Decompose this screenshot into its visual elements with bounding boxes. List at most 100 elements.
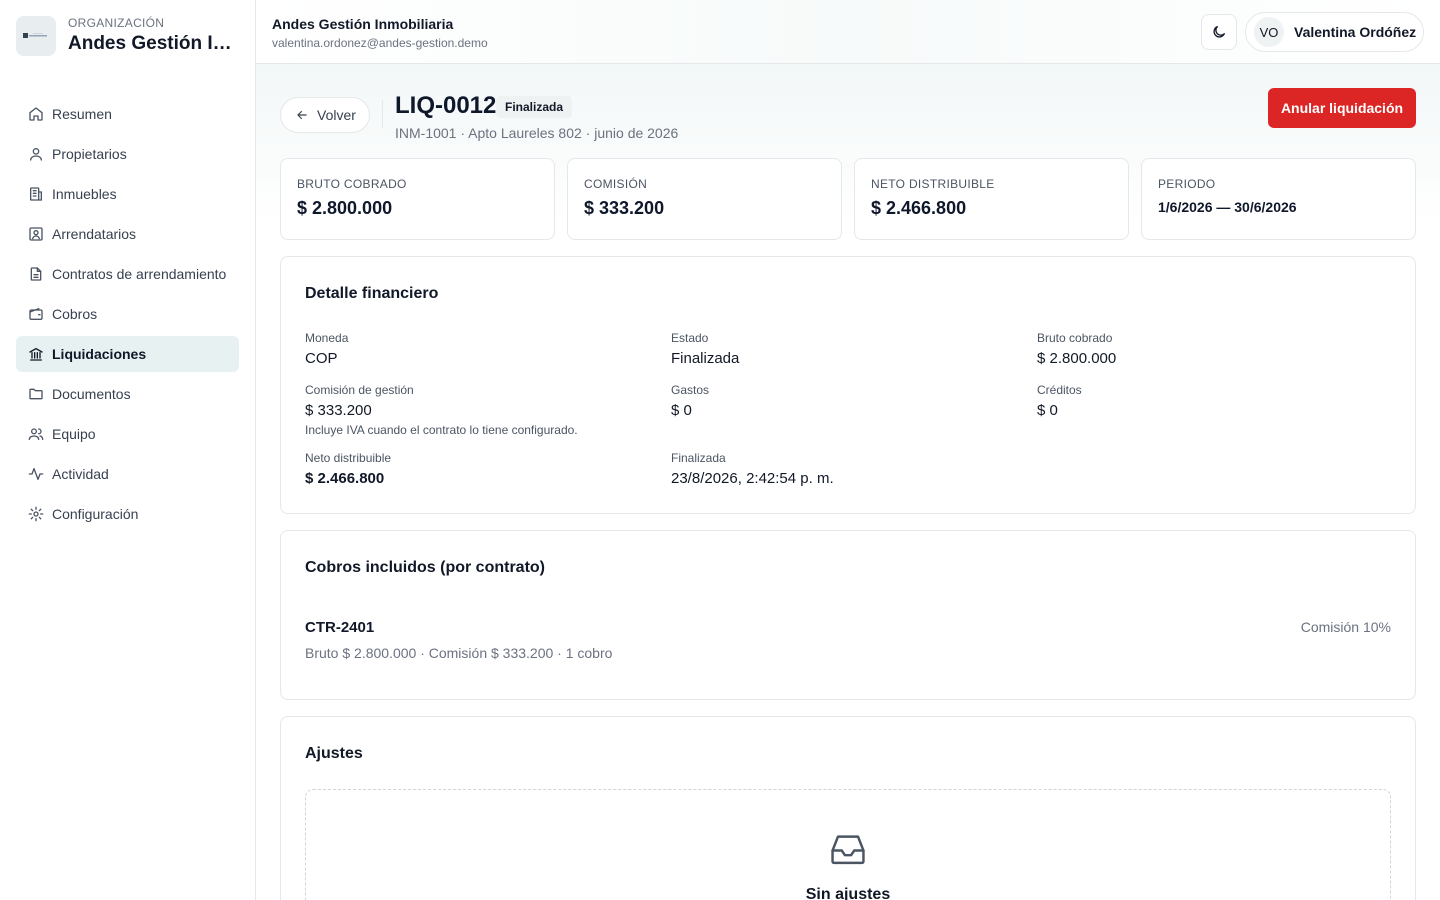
sidebar-item-resumen[interactable]: Resumen xyxy=(16,96,239,132)
back-button[interactable]: Volver xyxy=(280,97,370,133)
wallet-icon xyxy=(29,307,43,320)
field-value: $ 0 xyxy=(671,402,692,419)
stat-card-bruto: BRUTO COBRADO $ 2.800.000 xyxy=(280,158,555,240)
main-content: Volver LIQ-0012 Finalizada INM-1001 · Ap… xyxy=(256,64,1440,900)
stat-value: $ 333.200 xyxy=(584,198,665,218)
home-icon xyxy=(29,107,43,121)
stat-value: $ 2.800.000 xyxy=(297,198,393,218)
top-header: Andes Gestión Inmobiliaria valentina.ord… xyxy=(256,0,1440,64)
folder-icon xyxy=(29,388,43,400)
field-value: $ 0 xyxy=(1037,402,1058,419)
field-label: Moneda xyxy=(305,331,349,345)
organization-caption: ORGANIZACIÓN xyxy=(68,16,165,30)
user-icon xyxy=(30,148,42,161)
sidebar-nav: Resumen Propietarios Inmuebles Arrendata… xyxy=(16,96,239,536)
field-estado: Estado Finalizada xyxy=(671,331,739,367)
sidebar-item-label: Equipo xyxy=(52,426,96,442)
adjustments-card: Ajustes Sin ajustes xyxy=(280,716,1416,900)
sidebar-item-propietarios[interactable]: Propietarios xyxy=(16,136,239,172)
sidebar-item-label: Cobros xyxy=(52,306,98,322)
stat-label: NETO DISTRIBUIBLE xyxy=(871,177,995,191)
contract-code: CTR-2401 xyxy=(305,619,375,636)
field-value: Finalizada xyxy=(671,350,740,367)
field-finalizada: Finalizada 23/8/2026, 2:42:54 p. m. xyxy=(671,451,834,487)
card-title: Detalle financiero xyxy=(305,285,439,302)
contract-detail: Bruto $ 2.800.000 · Comisión $ 333.200 ·… xyxy=(305,645,613,661)
sidebar-item-liquidaciones[interactable]: Liquidaciones xyxy=(16,336,239,372)
avatar: VO xyxy=(1254,17,1284,47)
card-title: Ajustes xyxy=(305,745,363,762)
header-user-email: valentina.ordonez@andes-gestion.demo xyxy=(272,36,488,50)
page-title: LIQ-0012 xyxy=(395,92,497,119)
building-icon xyxy=(30,187,42,201)
bank-icon xyxy=(29,347,43,361)
field-note: Incluye IVA cuando el contrato lo tiene … xyxy=(305,423,578,437)
field-label: Neto distribuible xyxy=(305,451,392,465)
field-gastos: Gastos $ 0 xyxy=(671,383,709,419)
card-title: Cobros incluidos (por contrato) xyxy=(305,559,545,576)
sidebar-item-documentos[interactable]: Documentos xyxy=(16,376,239,412)
field-label: Estado xyxy=(671,331,709,345)
theme-toggle-button[interactable] xyxy=(1201,14,1237,50)
field-label: Comisión de gestión xyxy=(305,383,414,397)
sidebar-item-cobros[interactable]: Cobros xyxy=(16,296,239,332)
empty-state-text: Sin ajustes xyxy=(805,886,891,900)
sidebar-item-label: Inmuebles xyxy=(52,186,117,202)
sidebar-item-label: Arrendatarios xyxy=(52,226,137,242)
status-badge: Finalizada xyxy=(496,96,573,118)
arrow-left-icon xyxy=(297,110,307,120)
sidebar-item-label: Configuración xyxy=(52,506,139,522)
gear-icon xyxy=(28,506,44,522)
included-charges-card: Cobros incluidos (por contrato) CTR-2401… xyxy=(280,530,1416,700)
users-icon xyxy=(28,428,44,440)
stat-label: COMISIÓN xyxy=(584,177,648,191)
field-bruto: Bruto cobrado $ 2.800.000 xyxy=(1037,331,1116,367)
stat-card-comision: COMISIÓN $ 333.200 xyxy=(567,158,842,240)
field-label: Créditos xyxy=(1037,383,1082,397)
sidebar-item-equipo[interactable]: Equipo xyxy=(16,416,239,452)
field-label: Bruto cobrado xyxy=(1037,331,1113,345)
field-label: Finalizada xyxy=(671,451,726,465)
field-moneda: Moneda COP xyxy=(305,331,348,367)
inbox-icon xyxy=(831,835,865,865)
sidebar-item-actividad[interactable]: Actividad xyxy=(16,456,239,492)
field-creditos: Créditos $ 0 xyxy=(1037,383,1082,419)
sidebar-item-label: Contratos de arrendamiento xyxy=(52,266,227,282)
field-value: $ 2.800.000 xyxy=(1037,350,1117,367)
sidebar-item-label: Propietarios xyxy=(52,146,127,162)
user-menu-button[interactable]: VO Valentina Ordóñez xyxy=(1245,12,1424,52)
sidebar-item-inmuebles[interactable]: Inmuebles xyxy=(16,176,239,212)
sidebar-item-arrendatarios[interactable]: Arrendatarios xyxy=(16,216,239,252)
activity-icon xyxy=(28,468,44,480)
organization-logo xyxy=(16,16,56,56)
stat-card-neto: NETO DISTRIBUIBLE $ 2.466.800 xyxy=(854,158,1129,240)
document-icon xyxy=(30,267,42,281)
stat-label: PERIODO xyxy=(1158,177,1216,191)
stat-value: $ 2.466.800 xyxy=(871,198,967,218)
field-value: $ 333.200 xyxy=(305,402,372,419)
sidebar-item-contratos[interactable]: Contratos de arrendamiento xyxy=(16,256,239,292)
field-value: 23/8/2026, 2:42:54 p. m. xyxy=(671,470,834,487)
header-org-title: Andes Gestión Inmobiliaria xyxy=(272,16,454,32)
empty-state: Sin ajustes xyxy=(305,789,1391,900)
stat-value: 1/6/2026 — 30/6/2026 xyxy=(1158,199,1297,215)
field-value: COP xyxy=(305,350,338,367)
page-subtitle: INM-1001 · Apto Laureles 802 · junio de … xyxy=(395,125,679,141)
field-neto: Neto distribuible $ 2.466.800 xyxy=(305,451,391,487)
contact-icon xyxy=(29,227,43,241)
organization-name: Andes Gestión Inmobiliaria xyxy=(68,33,240,54)
annul-settlement-button[interactable]: Anular liquidación xyxy=(1268,88,1416,128)
sidebar-item-label: Actividad xyxy=(52,466,109,482)
stats-row: BRUTO COBRADO $ 2.800.000 COMISIÓN $ 333… xyxy=(280,158,1416,240)
user-name: Valentina Ordóñez xyxy=(1294,24,1417,40)
financial-detail-card: Detalle financiero Moneda COP Estado Fin… xyxy=(280,256,1416,514)
field-value: $ 2.466.800 xyxy=(305,470,385,487)
sidebar-item-label: Resumen xyxy=(52,106,112,122)
organization-switcher[interactable]: ORGANIZACIÓN Andes Gestión Inmobiliaria xyxy=(16,14,240,56)
stat-label: BRUTO COBRADO xyxy=(297,177,407,191)
back-button-label: Volver xyxy=(317,107,356,123)
field-comision: Comisión de gestión $ 333.200 Incluye IV… xyxy=(305,383,578,437)
stat-card-periodo: PERIODO 1/6/2026 — 30/6/2026 xyxy=(1141,158,1416,240)
sidebar-item-configuracion[interactable]: Configuración xyxy=(16,496,239,532)
divider xyxy=(382,100,383,128)
